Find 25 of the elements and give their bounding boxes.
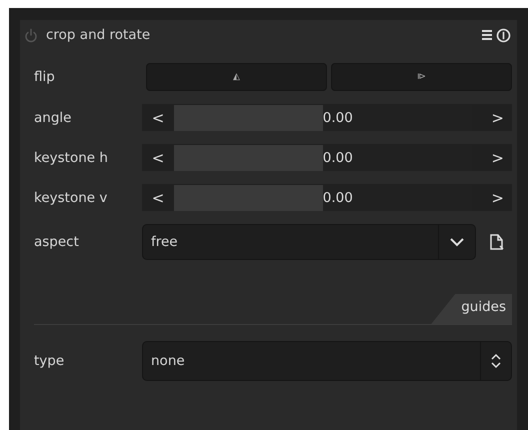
increase-button[interactable]: > <box>472 108 512 126</box>
flip-button[interactable]: ◭ <box>146 63 327 91</box>
slider-value: 0.00 <box>322 150 353 166</box>
increase-button[interactable]: > <box>472 188 512 206</box>
aspect-label: aspect <box>33 234 80 250</box>
slider-value: 0.00 <box>322 190 353 206</box>
guide-type-dropdown[interactable]: none <box>142 341 512 381</box>
slider-label: angle <box>33 110 72 126</box>
up-down-icon[interactable] <box>491 353 501 369</box>
flip-button[interactable]: ⧐ <box>331 63 512 91</box>
increase-button[interactable]: > <box>472 148 512 166</box>
decrease-button[interactable]: < <box>142 108 174 126</box>
page-orientation-icon[interactable] <box>490 234 504 250</box>
slider-label: keystone h <box>33 150 109 166</box>
reset-icon[interactable] <box>496 28 511 42</box>
decrease-button[interactable]: < <box>142 188 174 206</box>
menu-icon[interactable] <box>482 29 492 41</box>
type-label: type <box>33 353 66 369</box>
decrease-button[interactable]: < <box>142 148 174 166</box>
slider-label: keystone v <box>33 190 108 206</box>
aspect-dropdown[interactable]: free <box>142 224 476 260</box>
flip-label: flip <box>33 69 56 85</box>
module-title: crop and rotate <box>46 27 152 43</box>
chevron-down-icon[interactable] <box>450 238 464 246</box>
slider-value: 0.00 <box>322 110 353 126</box>
